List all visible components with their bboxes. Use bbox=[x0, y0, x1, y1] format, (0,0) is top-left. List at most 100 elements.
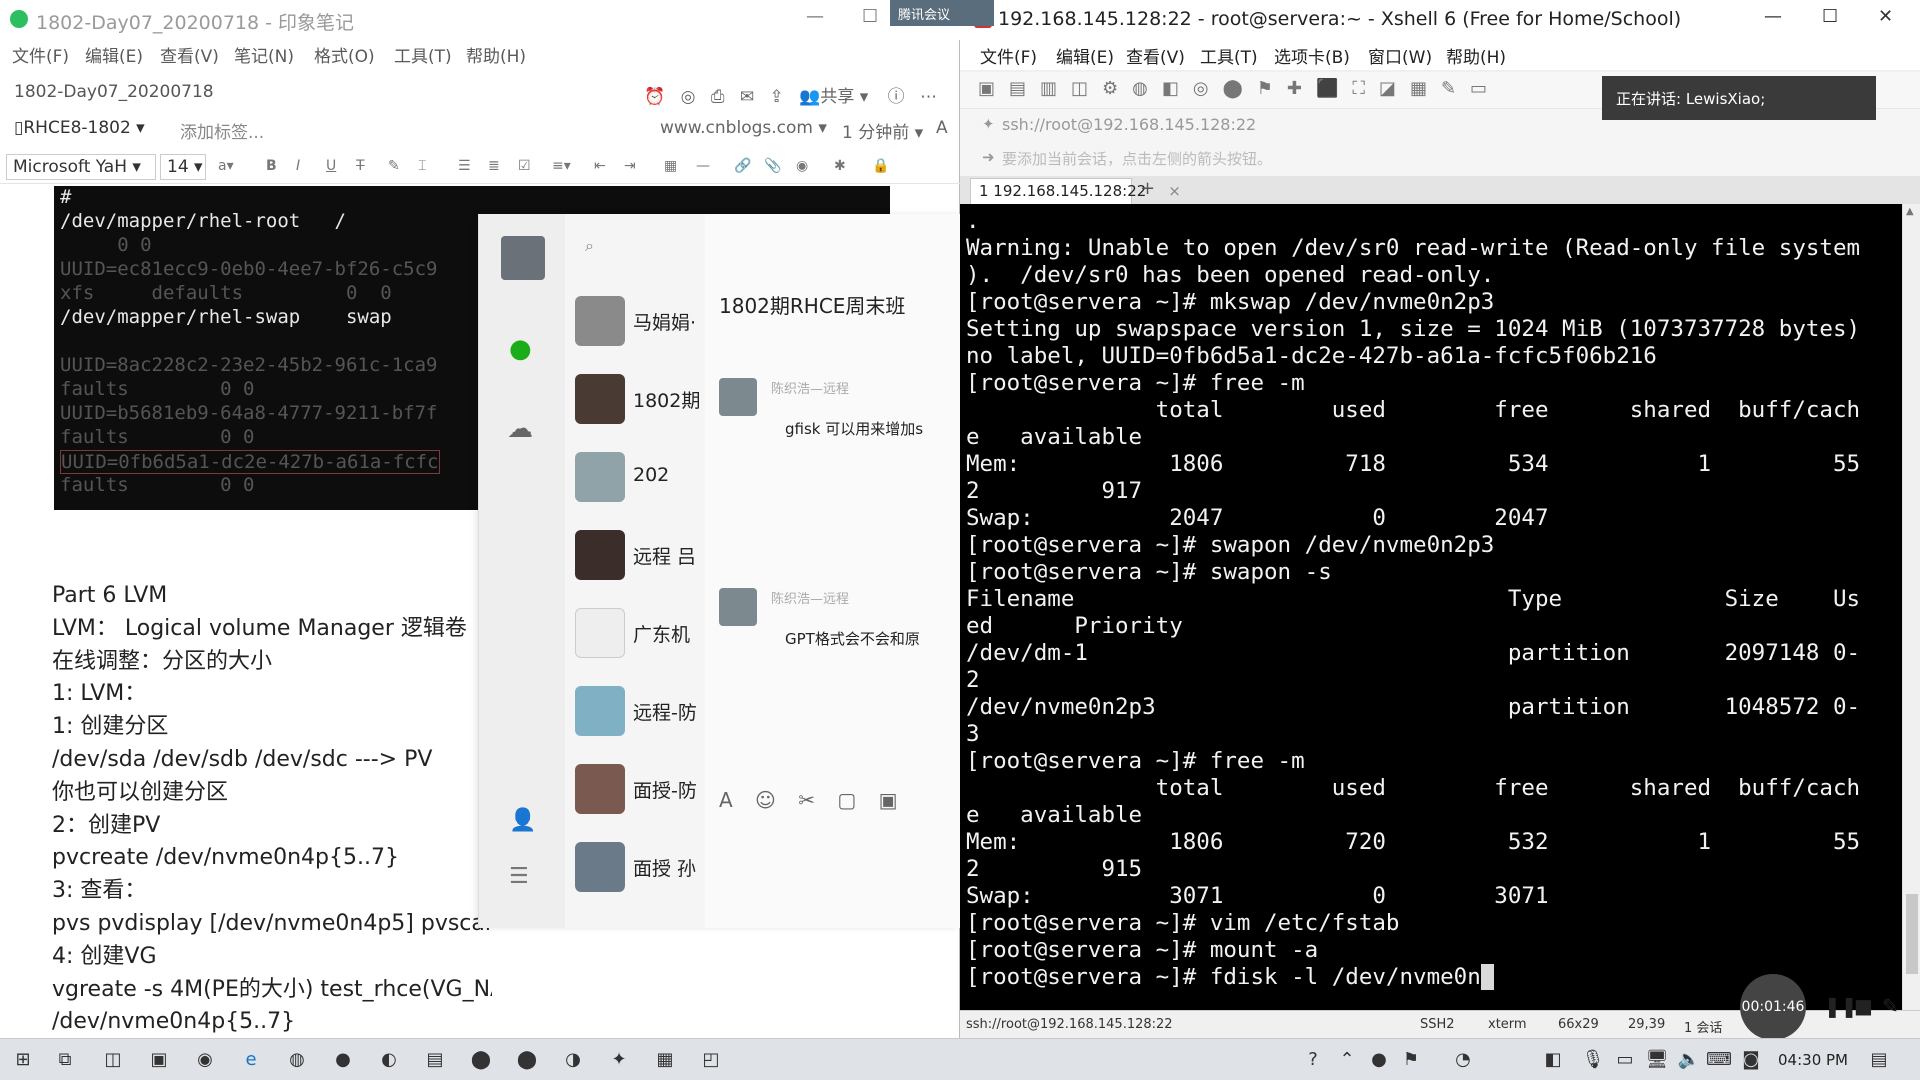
tray-icon[interactable]: ◧ bbox=[1540, 1047, 1566, 1073]
app-icon[interactable]: ◉ bbox=[192, 1047, 218, 1073]
app-icon[interactable]: ⬤ bbox=[468, 1047, 494, 1073]
tray-icon[interactable]: ● bbox=[1366, 1047, 1392, 1073]
menu-view[interactable]: 查看(V) bbox=[160, 42, 219, 67]
contact-item[interactable]: 马娟娟· bbox=[565, 284, 705, 362]
indent-icon[interactable]: ⇥ bbox=[624, 158, 636, 174]
notifications-icon[interactable]: ▤ bbox=[1866, 1047, 1892, 1073]
meeting-tag[interactable]: 腾讯会议 bbox=[890, 0, 994, 26]
chat-bubble-icon[interactable]: ● bbox=[509, 334, 532, 364]
app-icon[interactable]: ⬤ bbox=[514, 1047, 540, 1073]
updated-time[interactable]: 1 分钟前 ▾ bbox=[842, 118, 923, 143]
italic-icon[interactable]: I bbox=[296, 158, 300, 174]
network-icon[interactable]: 🖥 bbox=[1644, 1047, 1670, 1073]
font-icon[interactable]: A bbox=[719, 788, 733, 812]
stop-icon[interactable]: ■ bbox=[1854, 994, 1873, 1018]
align-icon[interactable]: ≡▾ bbox=[552, 158, 571, 174]
bullet-list-icon[interactable]: ☰ bbox=[458, 158, 471, 174]
app-icon[interactable]: ◑ bbox=[560, 1047, 586, 1073]
new-tab-icon[interactable]: + bbox=[1140, 178, 1155, 199]
share-button[interactable]: 👥共享 ▾ bbox=[799, 87, 868, 107]
app-icon[interactable]: ◫ bbox=[100, 1047, 126, 1073]
tray-icon[interactable]: ⚑ bbox=[1398, 1047, 1424, 1073]
menu-help[interactable]: 帮助(H) bbox=[1446, 43, 1506, 68]
scroll-up-icon[interactable]: ▲ bbox=[1906, 206, 1914, 217]
font-family-select[interactable]: Microsoft YaH ▾ bbox=[6, 154, 156, 180]
emoji-icon[interactable]: ☺ bbox=[755, 788, 776, 812]
menu-view[interactable]: 查看(V) bbox=[1126, 43, 1185, 68]
note-body[interactable]: Part 6 LVM LVM： Logical volume Manager 逻… bbox=[52, 580, 492, 1039]
menu-file[interactable]: 文件(F) bbox=[980, 43, 1037, 68]
windows-start-icon[interactable]: ⊞ bbox=[10, 1047, 36, 1073]
table-icon[interactable]: ▦ bbox=[664, 158, 677, 174]
tray-icon[interactable]: ◔ bbox=[1450, 1047, 1476, 1073]
microphone-icon[interactable]: 🎙 bbox=[1580, 1047, 1606, 1073]
scroll-thumb[interactable] bbox=[1906, 894, 1918, 974]
app-icon[interactable]: ◐ bbox=[376, 1047, 402, 1073]
menu-format[interactable]: 格式(O) bbox=[314, 42, 375, 67]
text-color-icon[interactable]: a▾ bbox=[218, 158, 234, 174]
notebook-selector[interactable]: ▯RHCE8-1802 ▾ bbox=[14, 118, 145, 138]
image-icon[interactable]: ▣ bbox=[879, 788, 898, 812]
app-icon[interactable]: ◰ bbox=[698, 1047, 724, 1073]
contact-item[interactable]: 远程 吕 bbox=[565, 518, 705, 596]
toolbar-icons[interactable]: ▣▤▥◫⚙◍◧◎⬤⚑✚⬛⛶◪▦✎▭ bbox=[978, 78, 1501, 99]
chevron-up-icon[interactable]: ⌃ bbox=[1334, 1047, 1360, 1073]
menu-edit[interactable]: 编辑(E) bbox=[1056, 43, 1114, 68]
task-view-icon[interactable]: ⧉ bbox=[52, 1047, 78, 1073]
folder-icon[interactable]: ▢ bbox=[837, 788, 856, 812]
address-input[interactable]: ssh://root@192.168.145.128:22 bbox=[1002, 115, 1256, 134]
minimize-icon[interactable]: — bbox=[806, 6, 824, 27]
taskbar-clock[interactable]: 04:30 PM bbox=[1778, 1051, 1848, 1069]
reminder-icon[interactable]: ⏰ bbox=[644, 87, 665, 107]
contact-item[interactable]: 远程-防 bbox=[565, 674, 705, 752]
more-icon[interactable]: ⋯ bbox=[920, 87, 937, 107]
attach-icon[interactable]: 📎 bbox=[764, 158, 781, 174]
app-icon[interactable]: ▤ bbox=[422, 1047, 448, 1073]
contact-item[interactable]: 202 bbox=[565, 440, 705, 518]
maximize-icon[interactable]: ☐ bbox=[862, 6, 878, 27]
app-icon[interactable]: ● bbox=[330, 1047, 356, 1073]
menu-icon[interactable]: ☰ bbox=[509, 864, 529, 889]
link-icon[interactable]: 🔗 bbox=[734, 158, 751, 174]
checkbox-icon[interactable]: ☑ bbox=[518, 158, 531, 174]
terminal-output[interactable]: . Warning: Unable to open /dev/sr0 read-… bbox=[960, 204, 1902, 1010]
menu-edit[interactable]: 编辑(E) bbox=[85, 42, 143, 67]
lock-icon[interactable]: 🔒 bbox=[872, 158, 889, 174]
numbered-list-icon[interactable]: ≣ bbox=[488, 158, 500, 174]
contact-item[interactable]: 面授-防 bbox=[565, 752, 705, 830]
maximize-icon[interactable]: ☐ bbox=[1822, 6, 1838, 27]
contacts-icon[interactable]: 👤 bbox=[509, 808, 536, 833]
divider-icon[interactable]: — bbox=[696, 158, 710, 174]
menu-tabs[interactable]: 选项卡(B) bbox=[1274, 43, 1350, 68]
present-icon[interactable]: ◎ bbox=[681, 87, 696, 107]
pen-icon[interactable]: ✎ bbox=[1882, 994, 1899, 1018]
app-icon[interactable]: ✦ bbox=[606, 1047, 632, 1073]
strikethrough-icon[interactable]: T bbox=[356, 158, 365, 174]
close-icon[interactable]: ✕ bbox=[1878, 6, 1893, 27]
close-tab-icon[interactable]: × bbox=[1168, 182, 1181, 200]
app-icon[interactable]: ▦ bbox=[652, 1047, 678, 1073]
add-tag-input[interactable]: 添加标签... bbox=[180, 118, 264, 143]
outdent-icon[interactable]: ⇤ bbox=[594, 158, 606, 174]
pause-icon[interactable]: ❚❚ bbox=[1824, 994, 1858, 1018]
terminal-scrollbar[interactable]: ▲ bbox=[1902, 204, 1920, 1010]
help-icon[interactable]: ? bbox=[1300, 1047, 1326, 1073]
font-size-select[interactable]: 14 ▾ bbox=[160, 154, 206, 180]
superscript-icon[interactable]: ⌶ bbox=[418, 158, 426, 174]
menu-note[interactable]: 笔记(N) bbox=[234, 42, 294, 67]
scissors-icon[interactable]: ✂ bbox=[798, 788, 815, 812]
code-icon[interactable]: ✱ bbox=[834, 158, 846, 174]
print-icon[interactable]: ⎙ bbox=[711, 87, 725, 107]
cloud-icon[interactable]: ☁ bbox=[507, 414, 533, 444]
battery-icon[interactable]: ▭ bbox=[1612, 1047, 1638, 1073]
app-icon[interactable]: ▣ bbox=[146, 1047, 172, 1073]
menu-tools[interactable]: 工具(T) bbox=[394, 42, 452, 67]
arrow-icon[interactable]: ➜ bbox=[982, 148, 995, 166]
bold-icon[interactable]: B bbox=[266, 158, 277, 174]
input-method-icon[interactable]: ◙ bbox=[1738, 1047, 1764, 1073]
contact-item[interactable]: 面授 孙 bbox=[565, 830, 705, 908]
source-url[interactable]: www.cnblogs.com ▾ bbox=[660, 118, 827, 138]
highlight-icon[interactable]: ✎ bbox=[388, 158, 400, 174]
note-title[interactable]: 1802-Day07_20200718 bbox=[14, 82, 214, 102]
record-icon[interactable]: ◉ bbox=[796, 158, 808, 174]
